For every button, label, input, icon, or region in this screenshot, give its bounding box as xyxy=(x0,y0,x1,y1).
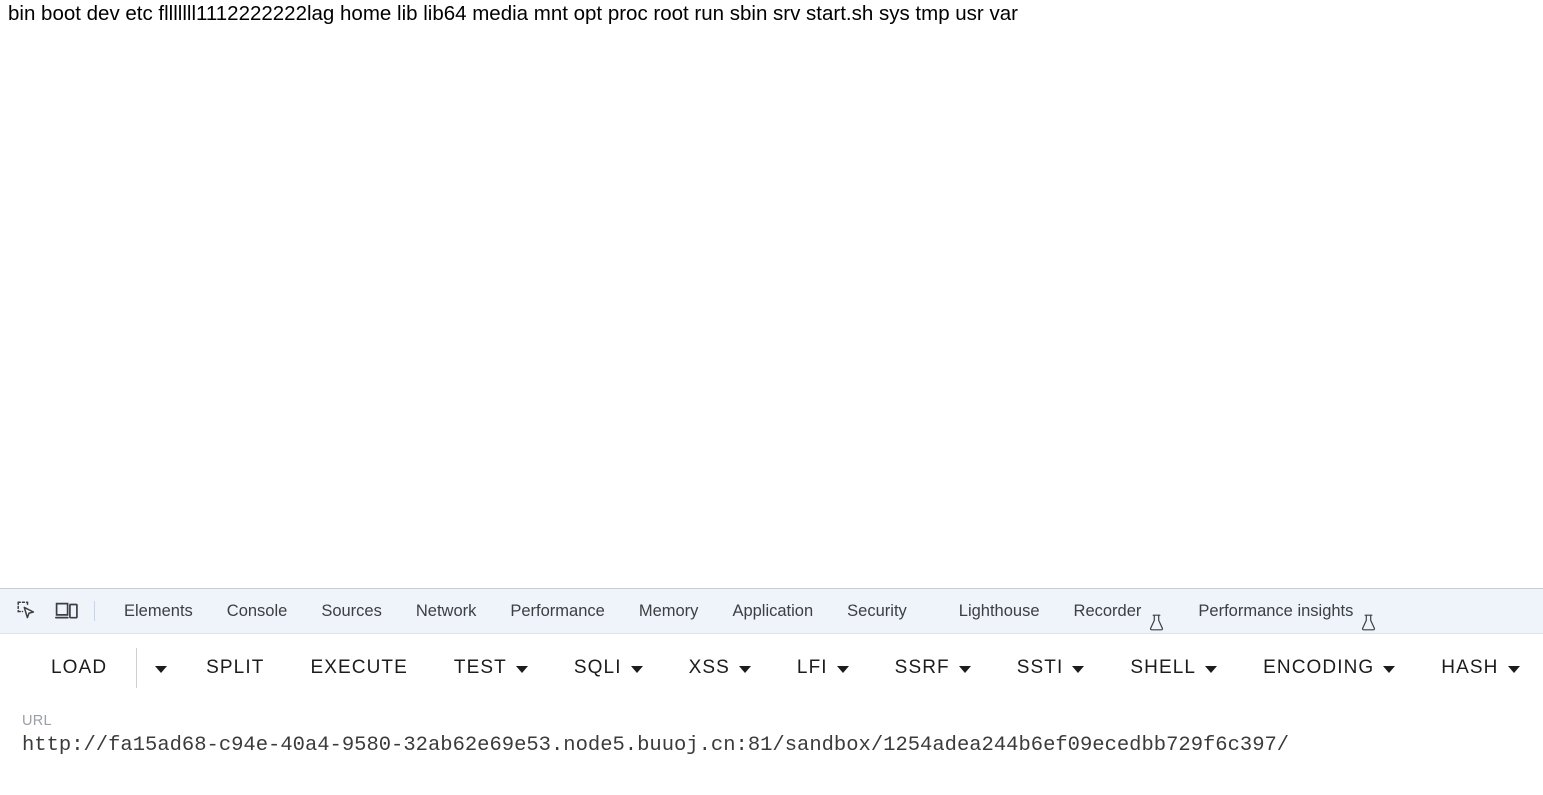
tab-sources[interactable]: Sources xyxy=(304,589,399,633)
directory-listing-text: bin boot dev etc flllllll1112222222lag h… xyxy=(8,2,1018,25)
tab-performance-insights[interactable]: Performance insights xyxy=(1181,589,1393,633)
tab-security[interactable]: Security xyxy=(830,589,924,633)
flask-icon xyxy=(1361,604,1376,630)
encoding-menu-button[interactable]: ENCODING xyxy=(1240,646,1418,690)
chevron-down-icon xyxy=(1205,665,1218,673)
chevron-down-icon xyxy=(1383,665,1396,673)
load-button-divider xyxy=(136,648,138,688)
chevron-down-icon xyxy=(1072,665,1085,673)
button-label: LFI xyxy=(796,657,828,678)
tab-console[interactable]: Console xyxy=(210,589,305,633)
test-menu-button[interactable]: TEST xyxy=(431,646,551,690)
tab-performance[interactable]: Performance xyxy=(493,589,621,633)
flask-icon xyxy=(1149,604,1164,630)
execute-button[interactable]: EXECUTE xyxy=(287,646,430,690)
tab-elements[interactable]: Elements xyxy=(107,589,210,633)
tab-label: Recorder xyxy=(1073,602,1142,620)
load-dropdown-button[interactable] xyxy=(139,646,183,690)
devtools-panel: Elements Console Sources Network Perform… xyxy=(0,588,1543,795)
tab-label: Network xyxy=(415,602,477,620)
tab-network[interactable]: Network xyxy=(399,589,494,633)
devtools-tab-bar: Elements Console Sources Network Perform… xyxy=(0,589,1543,634)
button-label: LOAD xyxy=(51,657,108,678)
button-label: SPLIT xyxy=(206,657,265,678)
split-button[interactable]: SPLIT xyxy=(183,646,287,690)
lfi-menu-button[interactable]: LFI xyxy=(774,646,872,690)
hash-menu-button[interactable]: HASH xyxy=(1418,646,1542,690)
button-label: SQLI xyxy=(573,657,622,678)
page-viewport: bin boot dev etc flllllll1112222222lag h… xyxy=(0,0,1543,588)
shell-menu-button[interactable]: SHELL xyxy=(1107,646,1240,690)
url-input[interactable]: http://fa15ad68-c94e-40a4-9580-32ab62e69… xyxy=(22,730,1543,762)
tab-recorder[interactable]: Recorder xyxy=(1057,589,1182,633)
button-label: SSTI xyxy=(1016,657,1064,678)
device-toolbar-icon[interactable] xyxy=(50,594,84,628)
tab-label: Elements xyxy=(124,602,193,620)
tab-label: Application xyxy=(732,602,814,620)
chevron-down-icon xyxy=(155,665,168,673)
devtools-toolbar-divider xyxy=(94,601,95,621)
tab-label: Memory xyxy=(638,602,699,620)
hackbar-toolbar: LOAD SPLIT EXECUTE TEST SQLI XSS LFI SSR… xyxy=(0,634,1543,702)
inspect-element-icon[interactable] xyxy=(10,594,44,628)
url-label: URL xyxy=(22,713,52,729)
tab-label: Sources xyxy=(321,602,382,620)
chevron-down-icon xyxy=(630,665,643,673)
button-label: SHELL xyxy=(1130,657,1197,678)
button-label: TEST xyxy=(453,657,507,678)
xss-menu-button[interactable]: XSS xyxy=(666,646,774,690)
button-label: EXECUTE xyxy=(310,657,408,678)
ssti-menu-button[interactable]: SSTI xyxy=(994,646,1108,690)
button-label: HASH xyxy=(1441,657,1499,678)
chevron-down-icon xyxy=(958,665,971,673)
chevron-down-icon xyxy=(1507,665,1520,673)
url-field-group: URL http://fa15ad68-c94e-40a4-9580-32ab6… xyxy=(0,702,1543,762)
button-label: XSS xyxy=(688,657,730,678)
chevron-down-icon xyxy=(515,665,528,673)
tab-memory[interactable]: Memory xyxy=(622,589,716,633)
tab-application[interactable]: Application xyxy=(715,589,830,633)
chevron-down-icon xyxy=(738,665,751,673)
chevron-down-icon xyxy=(836,665,849,673)
tab-label: Security xyxy=(847,602,907,620)
button-label: SSRF xyxy=(894,657,950,678)
sqli-menu-button[interactable]: SQLI xyxy=(551,646,666,690)
tab-label: Console xyxy=(226,602,288,620)
load-button[interactable]: LOAD xyxy=(28,646,130,690)
tab-label: Performance xyxy=(510,602,605,620)
ssrf-menu-button[interactable]: SSRF xyxy=(872,646,994,690)
tab-label: Lighthouse xyxy=(958,602,1040,620)
tab-lighthouse[interactable]: Lighthouse xyxy=(942,589,1057,633)
button-label: ENCODING xyxy=(1263,657,1375,678)
tab-label: Performance insights xyxy=(1198,602,1354,620)
